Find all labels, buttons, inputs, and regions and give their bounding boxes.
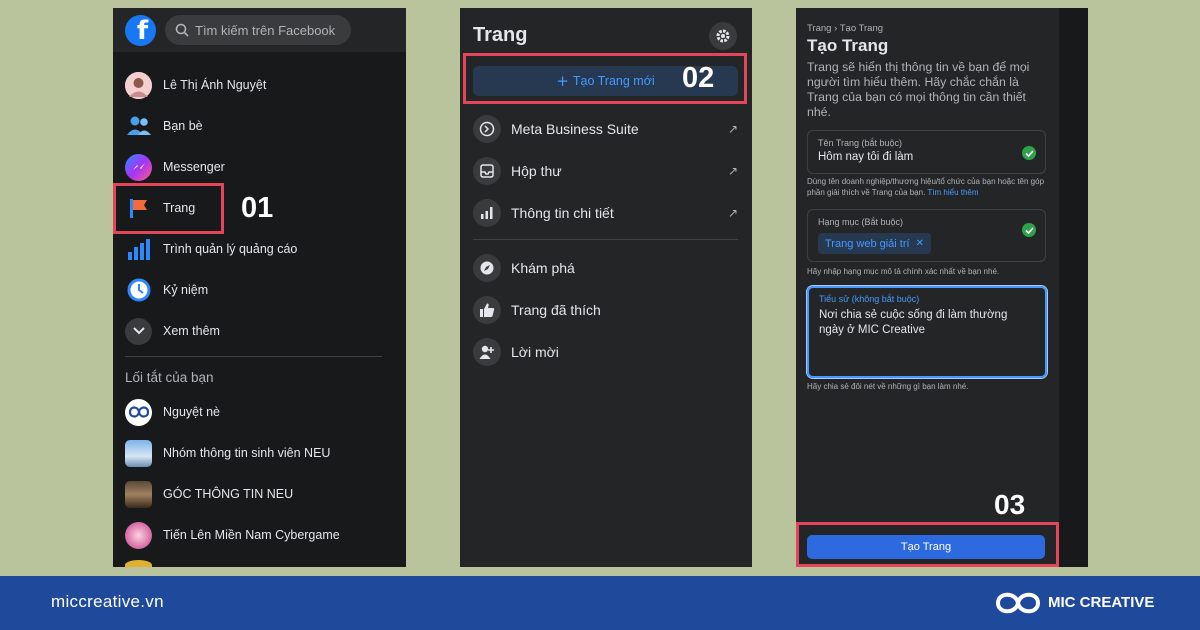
nav-item-label: Lê Thị Ánh Nguyệt — [163, 78, 267, 92]
brand-name: MIC CREATIVE — [1048, 594, 1155, 611]
divider — [473, 239, 738, 240]
search-input[interactable]: Tìm kiếm trên Facebook — [165, 15, 351, 45]
facebook-menu-panel: f Tìm kiếm trên Facebook Lê Thị Ánh Nguy… — [113, 8, 406, 567]
insights-icon — [473, 199, 501, 227]
learn-more-link[interactable]: Tìm hiểu thêm — [927, 188, 978, 197]
shortcuts-title: Lối tắt của bạn — [125, 370, 214, 385]
nav-item-label: Trình quản lý quảng cáo — [163, 242, 298, 256]
bar-chart-icon — [125, 236, 152, 263]
nav-item-label: Kỷ niệm — [163, 283, 209, 297]
breadcrumb: Trang › Tạo Trang — [807, 23, 884, 34]
shortcut-item[interactable]: Nguyệt nè — [125, 395, 395, 429]
gear-icon[interactable] — [709, 22, 737, 50]
step3-highlight-box — [796, 522, 1059, 567]
inbox-icon — [473, 157, 501, 185]
friends-icon — [125, 113, 152, 140]
category-field[interactable]: Hạng mục (Bắt buộc) Trang web giải trí ✕ — [807, 209, 1046, 262]
meta-business-icon — [473, 115, 501, 143]
nav-item-label: Messenger — [163, 160, 225, 174]
page-name-field[interactable]: Tên Trang (bắt buộc) Hôm nay tôi đi làm — [807, 130, 1046, 174]
website-url[interactable]: miccreative.vn — [51, 592, 164, 612]
shortcut-label: GÓC THÔNG TIN NEU — [163, 487, 294, 501]
divider — [125, 356, 382, 357]
menu-item-label: Khám phá — [511, 260, 575, 276]
external-link-icon: ↗ — [727, 122, 738, 136]
menu-item-label: Hộp thư — [511, 163, 562, 179]
category-label: Hạng mục (Bắt buộc) — [818, 217, 904, 227]
shortcut-label: Nguyệt nè — [163, 405, 220, 419]
menu-item-meta-business-suite[interactable]: Meta Business Suite ↗ — [473, 114, 738, 144]
menu-item-insights[interactable]: Thông tin chi tiết ↗ — [473, 198, 738, 228]
footer-bar: miccreative.vn MIC CREATIVE — [0, 576, 1200, 630]
page-name-help: Dùng tên doanh nghiệp/thương hiệu/tổ chứ… — [807, 177, 1045, 197]
category-help: Hãy nhập hạng mục mô tả chính xác nhất v… — [807, 267, 1000, 276]
close-icon[interactable]: ✕ — [916, 238, 924, 249]
facebook-logo-icon[interactable]: f — [125, 15, 156, 46]
menu-item-label: Meta Business Suite — [511, 121, 639, 137]
menu-item-label: Trang đã thích — [511, 302, 601, 318]
compass-icon — [473, 254, 501, 282]
check-icon — [1022, 146, 1036, 160]
step2-number: 02 — [682, 62, 715, 94]
nav-item-label: Bạn bè — [163, 119, 203, 133]
menu-item-label: Thông tin chi tiết — [511, 205, 614, 221]
menu-item-liked-pages[interactable]: Trang đã thích — [473, 295, 738, 325]
page-name-label: Tên Trang (bắt buộc) — [818, 138, 903, 148]
bio-textarea[interactable]: Tiểu sử (không bắt buộc) Nơi chia sẻ cuộ… — [807, 286, 1047, 378]
menu-item-discover[interactable]: Khám phá — [473, 253, 738, 283]
menu-item-inbox[interactable]: Hộp thư ↗ — [473, 156, 738, 186]
shortcut-label: Nhóm thông tin sinh viên NEU — [163, 446, 331, 460]
add-person-icon — [473, 338, 501, 366]
nav-item-messenger[interactable]: Messenger — [125, 150, 395, 184]
external-link-icon: ↗ — [727, 164, 738, 178]
top-bar: f Tìm kiếm trên Facebook — [113, 8, 406, 52]
external-link-icon: ↗ — [727, 206, 738, 220]
thumbs-up-icon — [473, 296, 501, 324]
scrollbar-strip — [1059, 8, 1088, 567]
clock-icon — [125, 277, 152, 304]
shortcut-label: Tiến Lên Miền Nam Cybergame — [163, 528, 340, 542]
nav-item-label: Xem thêm — [163, 324, 220, 338]
partial-avatar — [125, 560, 152, 567]
step1-number: 01 — [241, 192, 274, 224]
category-chip-label: Trang web giải trí — [825, 237, 910, 250]
page-description: Trang sẽ hiển thị thông tin về bạn để mọ… — [807, 60, 1030, 119]
bio-help: Hãy chia sẻ đôi nét về những gì bạn làm … — [807, 382, 969, 391]
mic-logo-avatar — [125, 398, 152, 426]
menu-item-invites[interactable]: Lời mời — [473, 337, 738, 367]
check-icon — [1022, 223, 1036, 237]
nav-item-friends[interactable]: Bạn bè — [125, 109, 395, 143]
page-title: Tạo Trang — [807, 36, 889, 55]
game-avatar — [125, 521, 152, 549]
chevron-down-icon — [125, 317, 152, 345]
menu-item-label: Lời mời — [511, 344, 559, 360]
shortcut-item[interactable]: Tiến Lên Miền Nam Cybergame — [125, 518, 395, 552]
page-avatar — [125, 480, 152, 508]
messenger-icon — [125, 153, 152, 181]
nav-item-memories[interactable]: Kỷ niệm — [125, 273, 395, 307]
mic-creative-logo-icon — [995, 592, 1041, 614]
group-avatar — [125, 439, 152, 467]
category-chip[interactable]: Trang web giải trí ✕ — [818, 233, 931, 254]
page-name-value: Hôm nay tôi đi làm — [818, 151, 914, 163]
nav-item-see-more[interactable]: Xem thêm — [125, 314, 395, 348]
search-icon — [175, 23, 189, 37]
step3-number: 03 — [994, 489, 1026, 520]
nav-item-ads-manager[interactable]: Trình quản lý quảng cáo — [125, 232, 395, 266]
search-placeholder: Tìm kiếm trên Facebook — [195, 22, 336, 38]
create-page-panel: Trang › Tạo Trang Tạo Trang Trang sẽ hiể… — [796, 8, 1059, 567]
bio-value: Nơi chia sẻ cuộc sống đi làm thường ngày… — [819, 309, 1008, 336]
page-title: Trang — [473, 24, 528, 46]
user-avatar — [125, 71, 152, 99]
nav-item-profile[interactable]: Lê Thị Ánh Nguyệt — [125, 68, 395, 102]
step1-highlight-box — [113, 183, 224, 234]
shortcut-item[interactable]: GÓC THÔNG TIN NEU — [125, 477, 395, 511]
shortcut-item[interactable]: Nhóm thông tin sinh viên NEU — [125, 436, 395, 470]
bio-label: Tiểu sử (không bắt buộc) — [819, 294, 920, 304]
